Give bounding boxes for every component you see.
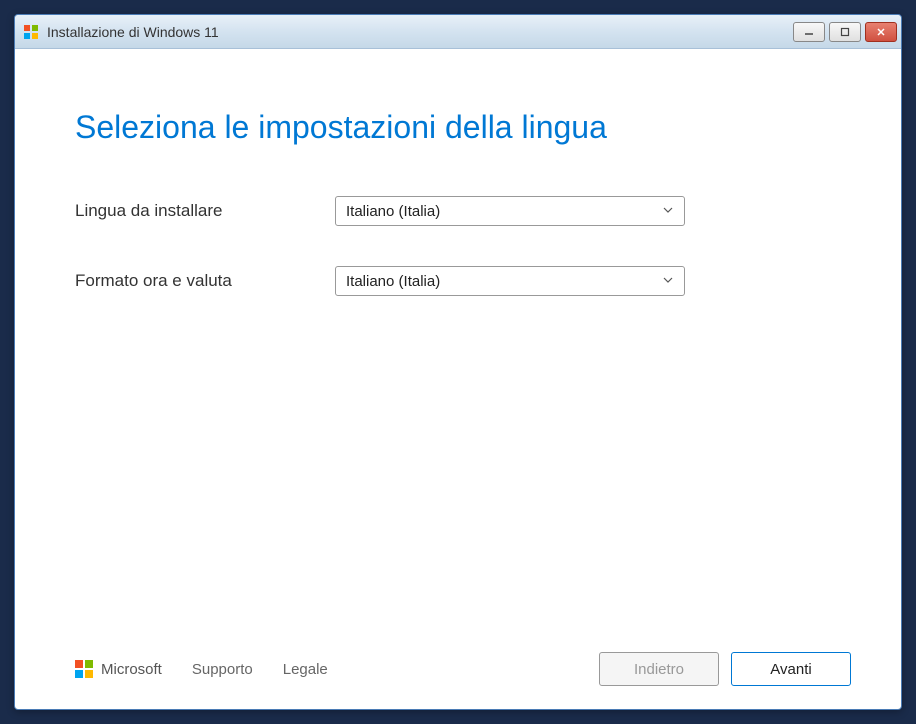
titlebar[interactable]: Installazione di Windows 11 bbox=[15, 15, 901, 49]
maximize-button[interactable] bbox=[829, 22, 861, 42]
microsoft-logo: Microsoft bbox=[75, 660, 162, 678]
chevron-down-icon bbox=[662, 273, 674, 290]
language-row: Lingua da installare Italiano (Italia) bbox=[75, 196, 841, 226]
window-controls bbox=[793, 22, 897, 42]
support-link[interactable]: Supporto bbox=[192, 661, 253, 678]
legal-link[interactable]: Legale bbox=[283, 661, 328, 678]
close-button[interactable] bbox=[865, 22, 897, 42]
locale-label: Formato ora e valuta bbox=[75, 271, 335, 291]
installer-window: Installazione di Windows 11 Seleziona le… bbox=[14, 14, 902, 710]
page-title: Seleziona le impostazioni della lingua bbox=[75, 109, 841, 146]
next-button[interactable]: Avanti bbox=[731, 652, 851, 686]
footer: Microsoft Supporto Legale Indietro Avant… bbox=[15, 639, 901, 709]
back-button[interactable]: Indietro bbox=[599, 652, 719, 686]
content-area: Seleziona le impostazioni della lingua L… bbox=[15, 49, 901, 639]
language-label: Lingua da installare bbox=[75, 201, 335, 221]
minimize-button[interactable] bbox=[793, 22, 825, 42]
locale-value: Italiano (Italia) bbox=[346, 273, 440, 290]
locale-row: Formato ora e valuta Italiano (Italia) bbox=[75, 266, 841, 296]
microsoft-text: Microsoft bbox=[101, 661, 162, 678]
app-icon bbox=[23, 24, 39, 40]
language-value: Italiano (Italia) bbox=[346, 203, 440, 220]
chevron-down-icon bbox=[662, 203, 674, 220]
microsoft-icon bbox=[75, 660, 93, 678]
window-title: Installazione di Windows 11 bbox=[47, 24, 793, 40]
locale-dropdown[interactable]: Italiano (Italia) bbox=[335, 266, 685, 296]
language-dropdown[interactable]: Italiano (Italia) bbox=[335, 196, 685, 226]
